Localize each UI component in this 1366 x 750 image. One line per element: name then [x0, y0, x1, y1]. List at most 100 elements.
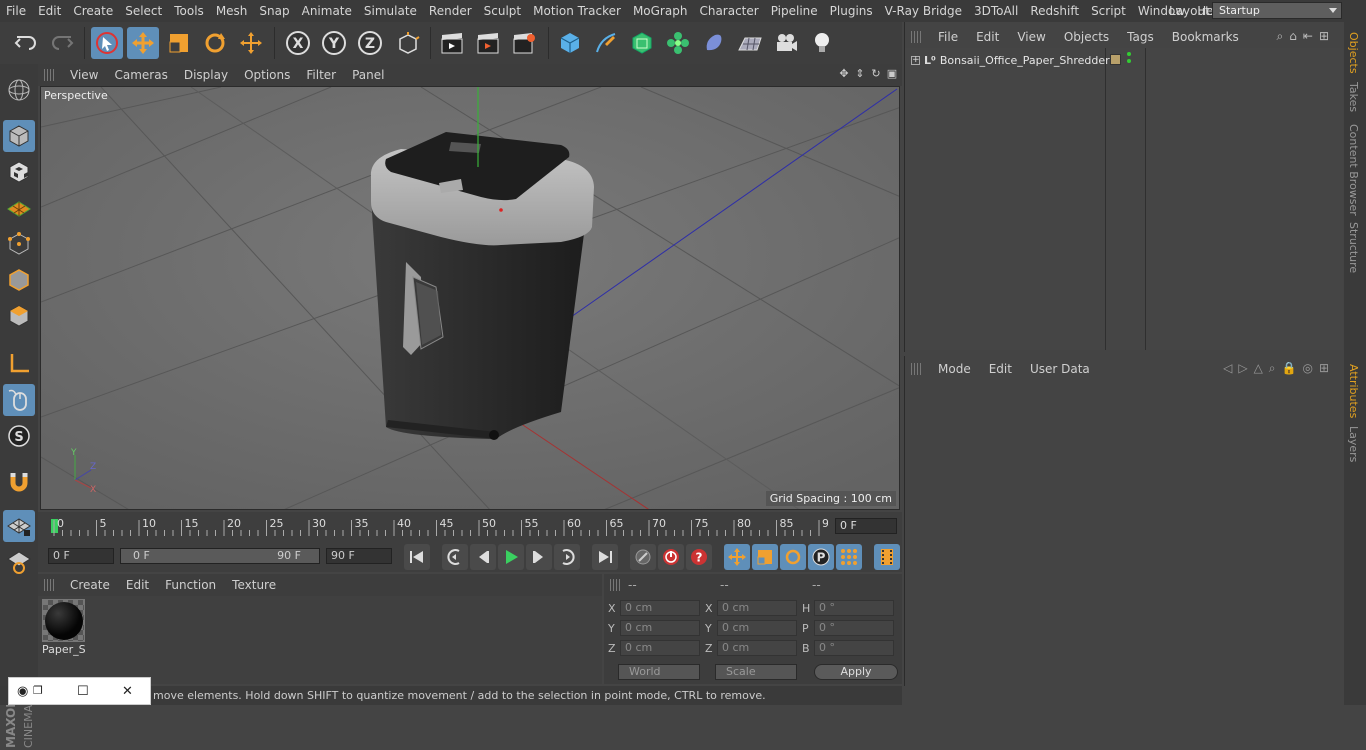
- key-parameter-button[interactable]: P: [808, 544, 834, 570]
- object-menu-tags[interactable]: Tags: [1118, 30, 1163, 44]
- tab-attributes[interactable]: Attributes: [1347, 364, 1360, 418]
- play-button[interactable]: [498, 544, 524, 570]
- transform-button[interactable]: [235, 27, 267, 59]
- workplane-lock-button[interactable]: [3, 510, 35, 542]
- go-to-end-button[interactable]: [592, 544, 618, 570]
- menu-character[interactable]: Character: [693, 0, 764, 22]
- workplane-mode-button[interactable]: [3, 192, 35, 224]
- key-rotation-button[interactable]: [780, 544, 806, 570]
- y-axis-button[interactable]: Y: [318, 27, 350, 59]
- move-button[interactable]: [127, 27, 159, 59]
- panel-grip[interactable]: [911, 31, 921, 43]
- texture-mode-button[interactable]: [3, 156, 35, 188]
- material-swatch[interactable]: Paper_S: [42, 599, 86, 656]
- menu-edit[interactable]: Edit: [32, 0, 67, 22]
- coordinate-system-button[interactable]: [392, 27, 424, 59]
- dolly-icon[interactable]: ⇕: [854, 68, 866, 80]
- render-view-button[interactable]: [436, 27, 468, 59]
- layout-select[interactable]: Startup: [1212, 2, 1342, 19]
- object-menu-edit[interactable]: Edit: [967, 30, 1008, 44]
- current-frame-field[interactable]: 0 F: [835, 518, 897, 534]
- snap-button[interactable]: [3, 466, 35, 498]
- live-selection-button[interactable]: [91, 27, 123, 59]
- orbit-icon[interactable]: ↻: [870, 68, 882, 80]
- menu-sculpt[interactable]: Sculpt: [478, 0, 527, 22]
- attribute-menu-user-data[interactable]: User Data: [1021, 362, 1099, 376]
- floor-button[interactable]: [734, 27, 766, 59]
- edges-mode-button[interactable]: [3, 264, 35, 296]
- menu-mograph[interactable]: MoGraph: [627, 0, 694, 22]
- points-mode-button[interactable]: [3, 228, 35, 260]
- object-name[interactable]: Bonsaii_Office_Paper_Shredder: [940, 54, 1110, 67]
- menu-animate[interactable]: Animate: [296, 0, 358, 22]
- maximize-icon[interactable]: ▣: [886, 68, 898, 80]
- menu-file[interactable]: File: [0, 0, 32, 22]
- key-scale-button[interactable]: [752, 544, 778, 570]
- close-icon[interactable]: ✕: [122, 684, 133, 699]
- viewport-menu-cameras[interactable]: Cameras: [106, 68, 175, 82]
- viewport-menu-options[interactable]: Options: [236, 68, 298, 82]
- key-pla-button[interactable]: [836, 544, 862, 570]
- panel-grip[interactable]: [44, 579, 54, 591]
- undo-button[interactable]: [10, 27, 42, 59]
- scale-button[interactable]: [163, 27, 195, 59]
- preview-range-slider[interactable]: 0 F 90 F: [120, 548, 320, 564]
- menu-plugins[interactable]: Plugins: [824, 0, 879, 22]
- rotate-button[interactable]: [199, 27, 231, 59]
- spline-pen-button[interactable]: [590, 27, 622, 59]
- material-menu-texture[interactable]: Texture: [224, 578, 284, 592]
- grid-snap-button[interactable]: [3, 546, 35, 578]
- object-menu-file[interactable]: File: [929, 30, 967, 44]
- solo-button[interactable]: S: [3, 420, 35, 452]
- pan-icon[interactable]: ✥: [838, 68, 850, 80]
- menu-tools[interactable]: Tools: [168, 0, 210, 22]
- z-axis-button[interactable]: Z: [354, 27, 386, 59]
- render-visibility-dot[interactable]: [1127, 59, 1131, 63]
- attribute-menu-mode[interactable]: Mode: [929, 362, 980, 376]
- size-x-field[interactable]: 0 cm: [717, 600, 797, 616]
- object-row[interactable]: + L⁰ Bonsaii_Office_Paper_Shredder: [911, 52, 1110, 68]
- menu-script[interactable]: Script: [1085, 0, 1132, 22]
- material-menu-function[interactable]: Function: [157, 578, 224, 592]
- pos-y-field[interactable]: 0 cm: [620, 620, 700, 636]
- redo-button[interactable]: [46, 27, 78, 59]
- object-menu-view[interactable]: View: [1008, 30, 1054, 44]
- menu-mesh[interactable]: Mesh: [210, 0, 254, 22]
- editor-visibility-dot[interactable]: [1127, 52, 1131, 56]
- previous-key-button[interactable]: [442, 544, 468, 570]
- tab-content-browser[interactable]: Content Browser: [1347, 124, 1360, 216]
- viewport-menu-filter[interactable]: Filter: [298, 68, 344, 82]
- layer-color-swatch[interactable]: [1110, 54, 1121, 65]
- menu-snap[interactable]: Snap: [253, 0, 295, 22]
- cinema4d-app-icon[interactable]: ◉: [17, 684, 28, 699]
- key-position-button[interactable]: [724, 544, 750, 570]
- next-frame-button[interactable]: [526, 544, 552, 570]
- record-active-objects-button[interactable]: [630, 544, 656, 570]
- restore-icon[interactable]: ❐: [33, 684, 43, 697]
- viewport-menu-panel[interactable]: Panel: [344, 68, 392, 82]
- x-axis-button[interactable]: X: [282, 27, 314, 59]
- pos-z-field[interactable]: 0 cm: [620, 640, 700, 656]
- subdivision-button[interactable]: [626, 27, 658, 59]
- rot-p-field[interactable]: 0 °: [814, 620, 894, 636]
- rot-b-field[interactable]: 0 °: [814, 640, 894, 656]
- tab-structure[interactable]: Structure: [1347, 222, 1360, 273]
- viewport-menu-view[interactable]: View: [62, 68, 106, 82]
- menu-vray-bridge[interactable]: V-Ray Bridge: [879, 0, 968, 22]
- render-region-button[interactable]: [472, 27, 504, 59]
- go-to-start-button[interactable]: [404, 544, 430, 570]
- next-key-button[interactable]: [554, 544, 580, 570]
- attribute-manager-nav-icons[interactable]: ◁▷△⌕🔒◎⊞: [1223, 361, 1335, 376]
- panel-grip[interactable]: [610, 579, 620, 591]
- timeline-track[interactable]: 0 5 10 15 20 25 30 35 40 45 50 55 60 65 70 75 80 85 90: [48, 516, 828, 536]
- camera-button[interactable]: [770, 27, 802, 59]
- attribute-menu-edit[interactable]: Edit: [980, 362, 1021, 376]
- timeline-window-button[interactable]: [874, 544, 900, 570]
- object-manager-nav-icons[interactable]: ⌕⌂⇤⊞: [1277, 29, 1335, 44]
- end-frame-field[interactable]: 90 F: [326, 548, 392, 564]
- maximize-icon[interactable]: ☐: [77, 684, 89, 699]
- tab-takes[interactable]: Takes: [1347, 82, 1360, 112]
- deformer-button[interactable]: [698, 27, 730, 59]
- menu-render[interactable]: Render: [423, 0, 478, 22]
- material-menu-edit[interactable]: Edit: [118, 578, 157, 592]
